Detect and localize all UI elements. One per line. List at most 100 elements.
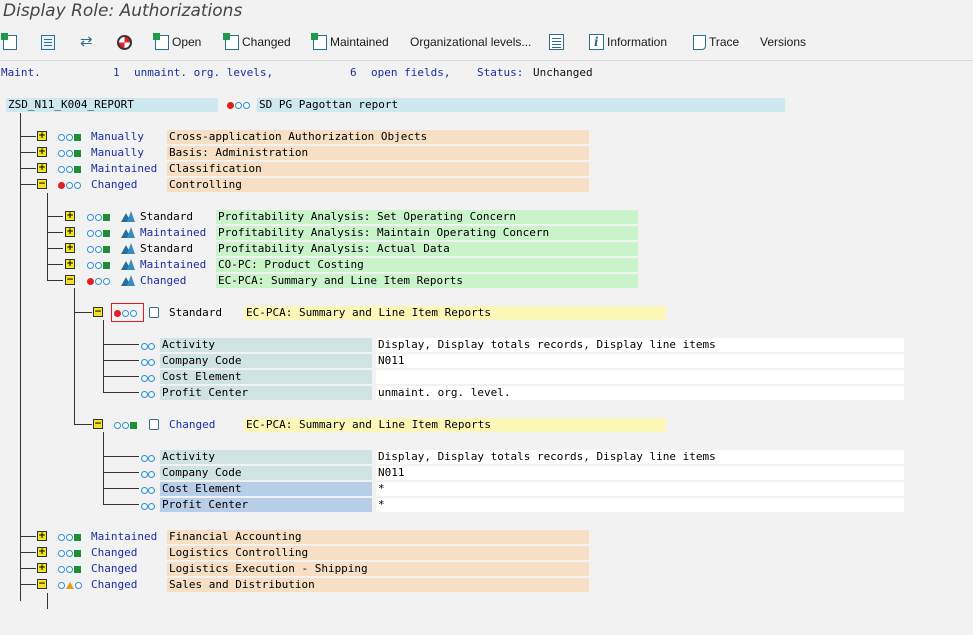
expand-toggle[interactable]: + [37,547,47,557]
expand-button[interactable] [1,32,17,52]
maintained-label: Maintained [330,35,389,49]
expand-toggle[interactable]: − [93,307,103,317]
auth-checkbox-icon[interactable] [149,307,159,318]
object-status: Maintained [140,226,207,239]
expand-toggle[interactable]: + [37,147,47,157]
tree-branch [103,504,139,505]
status-open-label: open fields, [371,66,451,79]
expand-toggle[interactable]: + [37,163,47,173]
node-status: Maintained [91,162,158,175]
auth-checkbox-icon[interactable] [149,419,159,430]
toolbar-separator [0,60,973,61]
trace-button[interactable]: Trace [693,32,739,52]
tree-branch [20,168,36,169]
glasses-icon[interactable] [141,341,155,350]
traffic-light-icon [114,308,137,318]
tree-branch [47,280,63,281]
glasses-icon[interactable] [141,485,155,494]
traffic-light-icon [87,276,110,286]
glasses-icon[interactable] [141,453,155,462]
node-text[interactable]: Classification [167,162,589,176]
changed-button[interactable]: Changed [223,32,291,52]
expand-toggle[interactable]: + [65,259,75,269]
node-status: Changed [91,578,138,591]
transfer-button[interactable] [80,32,96,52]
status-open-count: 6 [350,66,357,79]
object-text[interactable]: Profitability Analysis: Actual Data [216,242,638,256]
node-text[interactable]: Cross-application Authorization Objects [167,130,589,144]
collapse-button[interactable] [41,32,55,52]
check-button[interactable] [117,32,132,52]
org-levels-button[interactable]: Organizational levels... [410,32,531,52]
tree-branch [103,344,139,345]
tree-branch [103,392,139,393]
expand-toggle[interactable]: + [37,131,47,141]
tree-branch [103,472,139,473]
glasses-icon[interactable] [141,501,155,510]
field-value[interactable]: unmaint. org. level. [376,386,904,400]
node-text[interactable]: Logistics Execution - Shipping [167,562,589,576]
tree-branch [47,264,63,265]
trace-label: Trace [709,35,740,49]
information-label: Information [607,35,668,49]
node-text[interactable]: Basis: Administration [167,146,589,160]
expand-toggle[interactable]: + [37,563,47,573]
glasses-icon[interactable] [141,469,155,478]
auth-text[interactable]: EC-PCA: Summary and Line Item Reports [244,418,666,432]
expand-toggle[interactable]: − [37,179,47,189]
role-traffic-light [227,100,250,110]
field-value[interactable]: * [376,482,904,496]
object-text[interactable]: Profitability Analysis: Maintain Operati… [216,226,638,240]
field-value[interactable]: Display, Display totals records, Display… [376,338,904,352]
tree-branch [47,248,63,249]
field-value[interactable] [376,370,904,384]
glasses-icon[interactable] [141,373,155,382]
node-text[interactable]: Sales and Distribution [167,578,589,592]
traffic-light-icon [58,180,81,190]
arrows-icon [80,32,96,50]
open-button[interactable]: Open [153,32,201,52]
versions-button[interactable]: Versions [760,32,806,52]
expand-toggle[interactable]: + [65,211,75,221]
role-name[interactable]: ZSD_N11_K004_REPORT [6,98,218,112]
maintained-button[interactable]: Maintained [311,32,389,52]
object-text[interactable]: CO-PC: Product Costing [216,258,638,272]
traffic-light-icon [87,244,110,254]
object-text[interactable]: Profitability Analysis: Set Operating Co… [216,210,638,224]
list-button[interactable] [549,32,564,52]
expand-toggle[interactable]: − [93,419,103,429]
tree-branch [103,376,139,377]
auth-text[interactable]: EC-PCA: Summary and Line Item Reports [244,306,666,320]
status-label: Status: [477,66,524,79]
auth-object-icon [121,243,135,254]
field-name: Company Code [160,354,372,368]
node-text[interactable]: Financial Accounting [167,530,589,544]
info-icon [589,34,604,50]
org-levels-label: Organizational levels... [410,35,532,49]
expand-icon [1,32,17,50]
field-value[interactable]: N011 [376,354,904,368]
traffic-light-icon [58,164,81,174]
field-value[interactable]: Display, Display totals records, Display… [376,450,904,464]
changed-label: Changed [242,35,291,49]
auth-object-icon [121,259,135,270]
information-button[interactable]: Information [589,32,667,52]
node-text[interactable]: Logistics Controlling [167,546,589,560]
tree-branch [20,552,36,553]
field-value[interactable]: * [376,498,904,512]
field-name: Activity [160,338,372,352]
field-name: Company Code [160,466,372,480]
object-status: Standard [140,210,193,223]
node-text[interactable]: Controlling [167,178,589,192]
expand-toggle[interactable]: + [37,531,47,541]
glasses-icon[interactable] [141,389,155,398]
object-text[interactable]: EC-PCA: Summary and Line Item Reports [216,274,638,288]
expand-toggle[interactable]: − [37,579,47,589]
expand-toggle[interactable]: + [65,243,75,253]
auth-object-icon [121,211,135,222]
expand-toggle[interactable]: − [65,275,75,285]
glasses-icon[interactable] [141,357,155,366]
field-value[interactable]: N011 [376,466,904,480]
node-status: Changed [91,546,138,559]
expand-toggle[interactable]: + [65,227,75,237]
